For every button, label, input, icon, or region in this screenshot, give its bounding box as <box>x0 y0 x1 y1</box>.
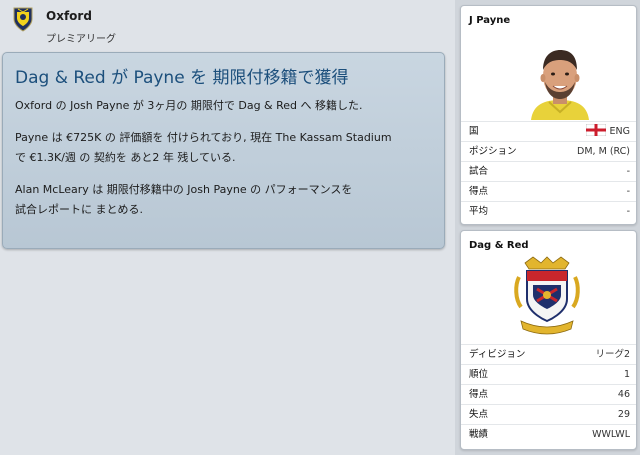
oxford-badge-icon[interactable] <box>12 6 34 32</box>
row-value: 29 <box>617 409 630 420</box>
row-label: 得点 <box>469 186 489 197</box>
row-value: - <box>626 206 630 217</box>
row-label: 戦績 <box>469 429 489 440</box>
player-photo-icon <box>527 42 593 120</box>
player-rating-row: 平均 - <box>461 201 636 221</box>
player-card: J Payne 国 ENG ポジション DM, M (RC) 試合 - 得点 -… <box>460 5 637 225</box>
row-value: ENG <box>609 126 630 137</box>
row-value: - <box>626 166 630 177</box>
news-paragraph: Oxford の Josh Payne が 3ヶ月の 期限付で Dag & Re… <box>15 99 363 112</box>
row-value: DM, M (RC) <box>577 146 630 157</box>
row-value: - <box>626 186 630 197</box>
row-value[interactable]: リーグ2 <box>595 345 630 364</box>
news-panel: Dag & Red が Payne を 期限付移籍で獲得 Oxford の Jo… <box>2 52 445 249</box>
row-label: 得点 <box>469 389 489 400</box>
club-goals-against-row: 失点 29 <box>461 404 636 424</box>
news-body: Oxford の Josh Payne が 3ヶ月の 期限付で Dag & Re… <box>15 96 435 232</box>
row-label: ディビジョン <box>469 349 526 360</box>
side-panel: J Payne 国 ENG ポジション DM, M (RC) 試合 - 得点 -… <box>455 0 640 455</box>
club-name[interactable]: Oxford <box>46 9 92 23</box>
club-league[interactable]: プレミアリーグ <box>46 30 116 45</box>
club-form-row: 戦績 WWLWL <box>461 424 636 444</box>
player-name[interactable]: J Payne <box>469 15 510 26</box>
row-label: 試合 <box>469 166 489 177</box>
row-label: 国 <box>469 126 479 137</box>
row-label: 平均 <box>469 206 489 217</box>
row-label: ポジション <box>469 146 517 157</box>
club-card: Dag & Red ディビジョン リーグ2 順位 1 得点 46 失点 29 戦… <box>460 230 637 450</box>
club-position-row: 順位 1 <box>461 364 636 384</box>
row-label: 失点 <box>469 409 489 420</box>
club-header: Oxford プレミアリーグ <box>0 0 455 50</box>
news-paragraph: Alan McLeary は 期限付移籍中の Josh Payne の パフォー… <box>15 183 353 216</box>
player-apps-row: 試合 - <box>461 161 636 181</box>
club-goals-for-row: 得点 46 <box>461 384 636 404</box>
news-headline: Dag & Red が Payne を 期限付移籍で獲得 <box>15 68 349 88</box>
loan-club-name[interactable]: Dag & Red <box>469 240 529 251</box>
row-value: 1 <box>623 369 630 380</box>
row-value: 46 <box>617 389 630 400</box>
row-label: 順位 <box>469 369 489 380</box>
england-flag-icon <box>585 124 606 136</box>
news-paragraph: Payne は €725K の 評価額を 付けられており, 現在 The Kas… <box>15 131 392 164</box>
player-position-row: ポジション DM, M (RC) <box>461 141 636 161</box>
player-nation-row: 国 ENG <box>461 121 636 141</box>
dag-red-crest-icon <box>514 256 580 335</box>
player-goals-row: 得点 - <box>461 181 636 201</box>
row-value: WWLWL <box>592 429 630 440</box>
club-division-row: ディビジョン リーグ2 <box>461 344 636 364</box>
